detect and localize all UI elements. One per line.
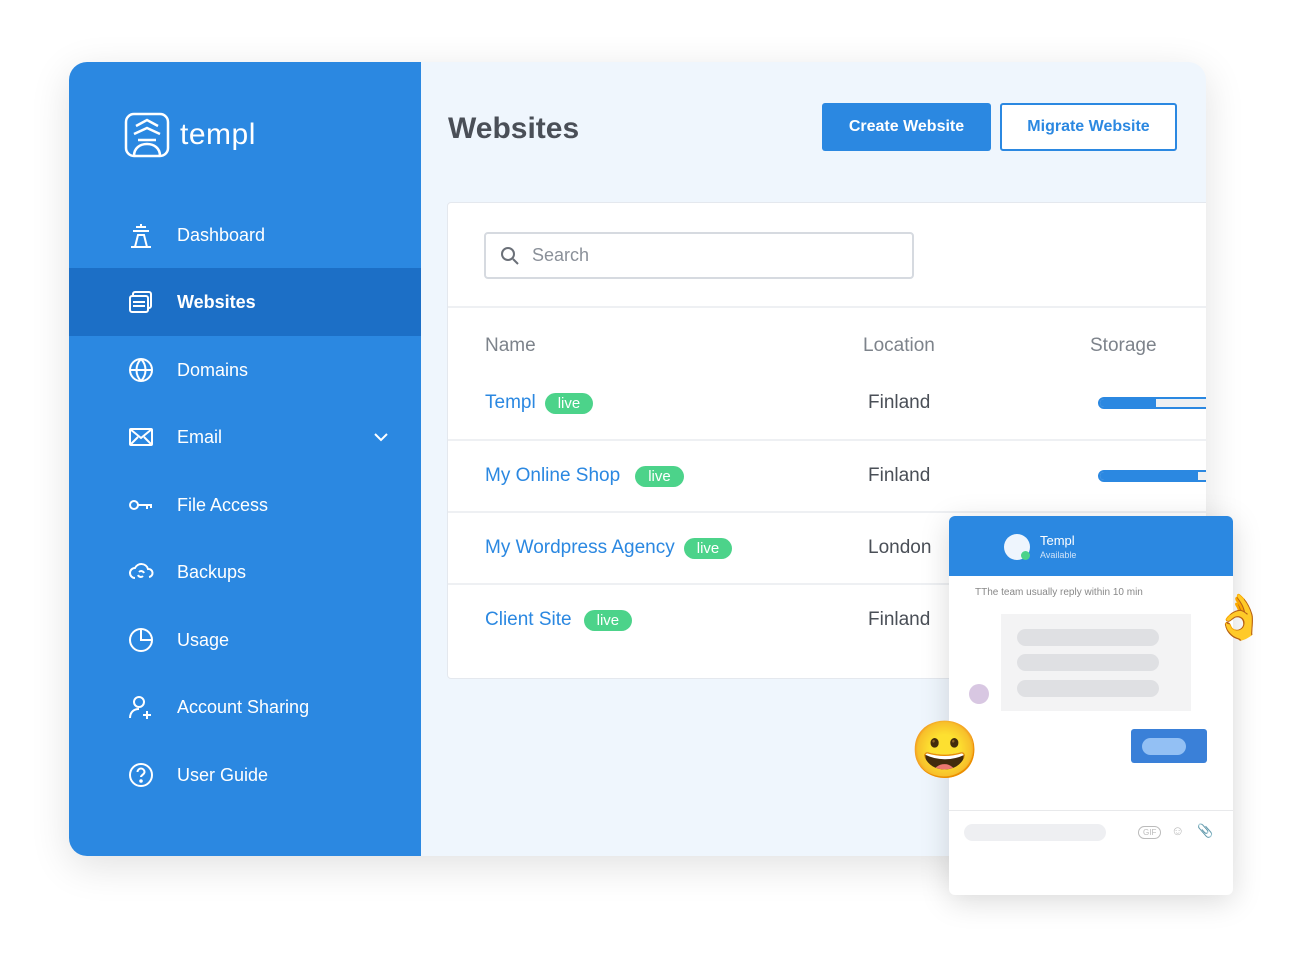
- sidebar-item-account-sharing[interactable]: Account Sharing: [69, 673, 421, 741]
- status-badge: live: [635, 465, 684, 487]
- location: Finland: [868, 465, 931, 486]
- mail-icon: [129, 428, 153, 446]
- ok-hand-emoji-icon: 👌: [1212, 593, 1267, 642]
- globe-icon: [129, 358, 153, 382]
- chat-header: Templ Available: [949, 516, 1233, 576]
- location: London: [868, 537, 932, 558]
- sidebar-item-label: File Access: [177, 494, 269, 515]
- chat-footer: GIF ☺ 📎: [949, 810, 1233, 841]
- help-icon: [129, 763, 153, 787]
- page-title: Websites: [448, 112, 580, 145]
- table-row[interactable]: Templ live Finland: [448, 367, 1206, 439]
- chat-widget: Templ Available TThe team usually reply …: [949, 516, 1233, 895]
- dashboard-icon: [131, 224, 151, 248]
- chat-note: TThe team usually reply within 10 min: [975, 587, 1143, 598]
- website-link[interactable]: My Online Shop: [485, 465, 620, 487]
- pie-chart-icon: [129, 628, 153, 652]
- migrate-website-button[interactable]: Migrate Website: [1000, 103, 1177, 151]
- websites-icon: [129, 291, 152, 313]
- chat-status: Available: [1040, 550, 1077, 560]
- sidebar-item-label: User Guide: [177, 764, 269, 785]
- sidebar-item-dashboard[interactable]: Dashboard: [69, 201, 421, 269]
- message-bubble: [1001, 614, 1191, 711]
- sidebar-item-usage[interactable]: Usage: [69, 606, 421, 674]
- storage-fill: [1100, 472, 1199, 480]
- key-icon: [129, 500, 152, 510]
- sidebar-item-label: Dashboard: [177, 224, 266, 245]
- agent-avatar: [969, 684, 989, 704]
- sidebar-item-label: Backups: [177, 561, 247, 582]
- search-icon: [501, 246, 519, 265]
- gif-button[interactable]: GIF: [1138, 826, 1162, 839]
- logo[interactable]: templ: [124, 112, 256, 158]
- status-badge: live: [544, 392, 594, 414]
- storage-bar: [1098, 397, 1206, 409]
- column-header-storage: Storage: [1090, 335, 1157, 356]
- sidebar-item-label: Websites: [177, 291, 256, 312]
- divider: [448, 306, 1206, 308]
- sidebar-item-label: Domains: [177, 359, 249, 380]
- cloud-sync-icon: [129, 563, 154, 579]
- location: Finland: [868, 609, 931, 630]
- search-placeholder: Search: [532, 245, 590, 265]
- website-link[interactable]: Templ: [485, 392, 536, 414]
- sidebar-item-backups[interactable]: Backups: [69, 538, 421, 606]
- status-badge: live: [583, 609, 633, 631]
- sidebar-item-label: Account Sharing: [177, 696, 310, 717]
- message-placeholder: [1017, 629, 1159, 646]
- column-header-name: Name: [485, 335, 536, 356]
- emoji-icon[interactable]: ☺: [1171, 823, 1184, 838]
- sidebar-item-user-guide[interactable]: User Guide: [69, 741, 421, 809]
- sidebar-item-websites[interactable]: Websites: [69, 268, 421, 336]
- user-add-icon: [129, 696, 151, 719]
- status-badge: live: [683, 537, 733, 559]
- sidebar-item-file-access[interactable]: File Access: [69, 471, 421, 539]
- logo-icon: [124, 112, 170, 158]
- create-website-button[interactable]: Create Website: [822, 103, 991, 151]
- sidebar-item-label: Usage: [177, 629, 230, 650]
- location: Finland: [868, 392, 931, 413]
- brand-name: templ: [180, 118, 256, 151]
- message-placeholder: [1017, 654, 1159, 671]
- sidebar-item-label: Email: [177, 426, 223, 447]
- table-row[interactable]: My Online Shop live Finland: [448, 440, 1206, 512]
- chat-name: Templ: [1040, 533, 1075, 548]
- chevron-down-icon[interactable]: [373, 429, 389, 445]
- sidebar-item-domains[interactable]: Domains: [69, 336, 421, 404]
- grinning-emoji-icon: 😀: [910, 718, 980, 781]
- storage-bar: [1098, 470, 1206, 482]
- search-input[interactable]: Search: [484, 232, 914, 279]
- sidebar-item-email[interactable]: Email: [69, 403, 421, 471]
- website-link[interactable]: My Wordpress Agency: [485, 537, 675, 559]
- storage-fill: [1100, 399, 1157, 407]
- message-input[interactable]: [964, 824, 1106, 841]
- column-header-location: Location: [863, 335, 935, 356]
- sent-message: [1131, 729, 1207, 763]
- message-placeholder: [1017, 680, 1159, 697]
- website-link[interactable]: Client Site: [485, 609, 572, 631]
- sidebar: templ Dashboard Websites Domains Email F…: [69, 62, 421, 856]
- attachment-icon[interactable]: 📎: [1197, 823, 1213, 839]
- online-indicator: [1021, 551, 1030, 560]
